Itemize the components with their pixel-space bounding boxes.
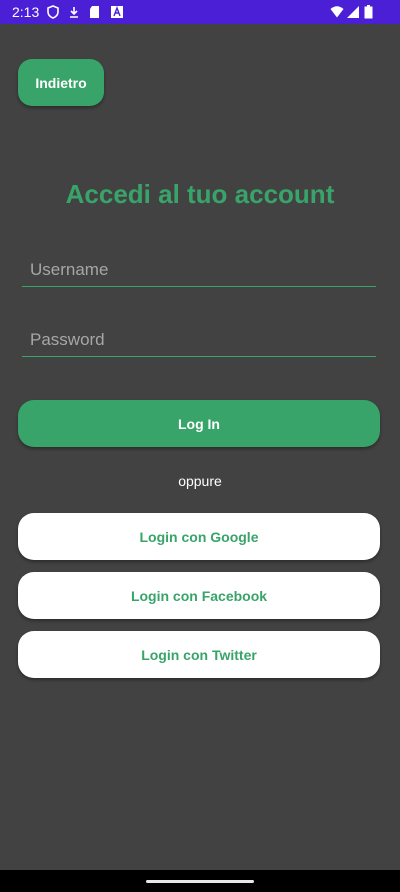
navigation-bar bbox=[0, 870, 400, 892]
facebook-login-button[interactable]: Login con Facebook bbox=[18, 572, 380, 619]
sd-card-icon bbox=[90, 6, 99, 18]
download-icon bbox=[70, 7, 78, 18]
username-field[interactable] bbox=[22, 253, 376, 287]
login-button[interactable]: Log In bbox=[18, 400, 380, 447]
status-bar: 2:13 bbox=[0, 0, 400, 24]
shield-icon bbox=[47, 5, 59, 19]
signal-icon bbox=[347, 6, 359, 18]
status-time: 2:13 bbox=[12, 4, 40, 20]
font-icon bbox=[111, 6, 123, 18]
back-button[interactable]: Indietro bbox=[18, 59, 104, 106]
home-indicator[interactable] bbox=[146, 880, 254, 883]
battery-icon bbox=[364, 5, 373, 19]
or-separator-text: oppure bbox=[178, 473, 222, 489]
password-field[interactable] bbox=[22, 323, 376, 357]
twitter-login-button[interactable]: Login con Twitter bbox=[18, 631, 380, 678]
google-login-button[interactable]: Login con Google bbox=[18, 513, 380, 560]
page-title: Accedi al tuo account bbox=[65, 179, 335, 209]
wifi-icon bbox=[330, 6, 344, 18]
